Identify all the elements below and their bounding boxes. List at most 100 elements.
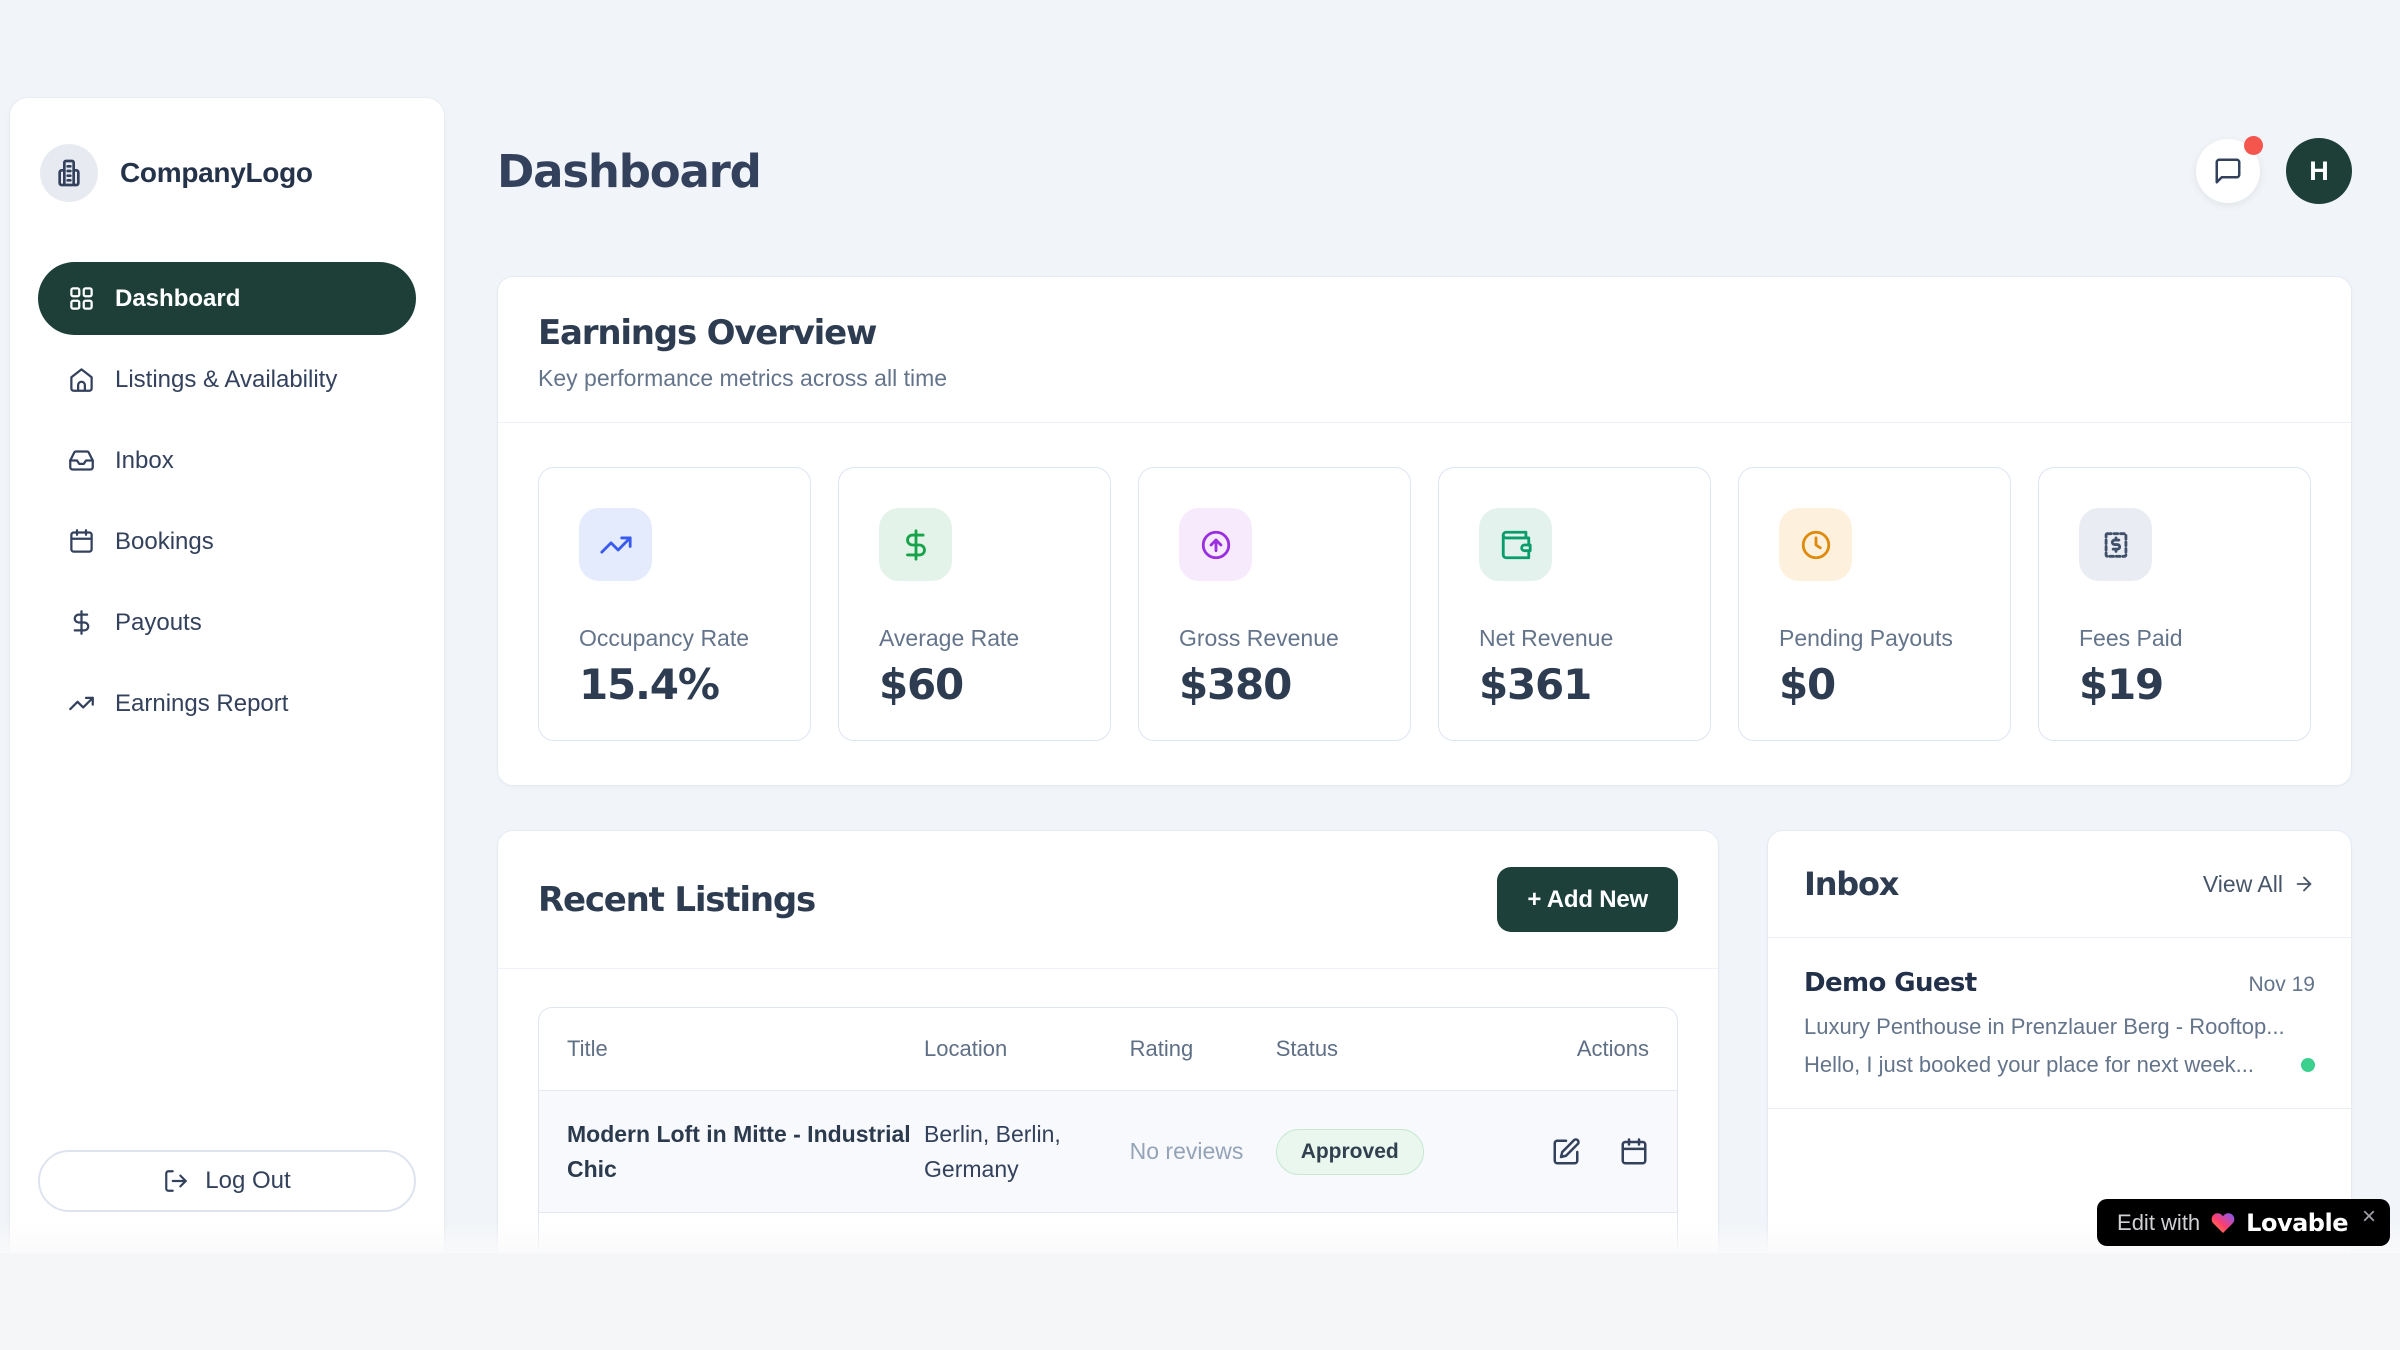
circle-arrow-up-icon [1199, 528, 1233, 562]
metric-fees-paid: Fees Paid $19 [2038, 467, 2311, 741]
sidebar-item-label: Dashboard [115, 285, 240, 313]
sidebar-item-inbox[interactable]: Inbox [38, 424, 416, 497]
metric-gross-revenue: Gross Revenue $380 [1138, 467, 1411, 741]
trending-up-icon [68, 690, 95, 717]
add-new-button[interactable]: + Add New [1497, 867, 1678, 932]
metric-icon-tile [1179, 508, 1252, 581]
calendar-icon [68, 528, 95, 555]
avatar[interactable]: H [2286, 138, 2352, 204]
listing-status-cell: Approved [1276, 1129, 1487, 1175]
message-sender: Demo Guest [1804, 968, 1977, 998]
sidebar-item-label: Payouts [115, 609, 202, 637]
column-header-rating: Rating [1130, 1036, 1276, 1062]
metric-net-revenue: Net Revenue $361 [1438, 467, 1711, 741]
trending-up-icon [599, 528, 633, 562]
earnings-overview-card: Earnings Overview Key performance metric… [497, 276, 2352, 786]
column-header-actions: Actions [1487, 1036, 1649, 1062]
listing-location: Berlin, Berlin, Germany [924, 1117, 1124, 1186]
inbox-icon [68, 447, 95, 474]
sidebar-item-listings[interactable]: Listings & Availability [38, 343, 416, 416]
lovable-prefix-label: Edit with [2117, 1210, 2200, 1236]
metric-value: $361 [1479, 660, 1674, 709]
metric-value: $380 [1179, 660, 1374, 709]
metric-value: $19 [2079, 660, 2274, 709]
home-icon [68, 366, 95, 393]
clock-icon [1799, 528, 1833, 562]
listing-rating: No reviews [1130, 1134, 1255, 1169]
message-preview-row: Hello, I just booked your place for next… [1804, 1052, 2315, 1078]
close-icon[interactable]: × [2362, 1203, 2376, 1231]
metric-label: Fees Paid [2079, 625, 2274, 652]
metric-label: Average Rate [879, 625, 1074, 652]
earnings-title: Earnings Overview [538, 313, 2311, 353]
logo: CompanyLogo [38, 144, 416, 202]
column-header-title: Title [567, 1036, 924, 1062]
metric-value: $60 [879, 660, 1074, 709]
metric-label: Gross Revenue [1179, 625, 1374, 652]
inbox-message[interactable]: Demo Guest Nov 19 Luxury Penthouse in Pr… [1768, 938, 2351, 1109]
header-actions: H [2196, 138, 2352, 204]
metric-label: Occupancy Rate [579, 625, 774, 652]
sidebar-item-payouts[interactable]: Payouts [38, 586, 416, 659]
message-preview: Hello, I just booked your place for next… [1804, 1052, 2254, 1078]
dollar-icon [68, 609, 95, 636]
metric-occupancy-rate: Occupancy Rate 15.4% [538, 467, 811, 741]
status-badge: Approved [1276, 1129, 1424, 1175]
table-row[interactable]: Modern Loft in Mitte - Industrial Chic B… [539, 1090, 1677, 1212]
recent-listings-header: Recent Listings + Add New [498, 831, 1718, 968]
company-logo-text: CompanyLogo [120, 157, 313, 189]
sidebar-nav: Dashboard Listings & Availability [38, 262, 416, 740]
metric-average-rate: Average Rate $60 [838, 467, 1111, 741]
edit-icon[interactable] [1551, 1137, 1581, 1167]
sidebar-item-label: Bookings [115, 528, 214, 556]
edit-with-lovable-badge[interactable]: Edit with Lovable × [2097, 1199, 2390, 1246]
metric-value: $0 [1779, 660, 1974, 709]
page-title: Dashboard [497, 145, 761, 198]
recent-listings-body: Title Location Rating Status Actions Mod… [498, 969, 1718, 1253]
metric-icon-tile [579, 508, 652, 581]
view-all-label: View All [2203, 871, 2283, 898]
sidebar-item-earnings-report[interactable]: Earnings Report [38, 667, 416, 740]
metric-pending-payouts: Pending Payouts $0 [1738, 467, 2011, 741]
sidebar-item-label: Inbox [115, 447, 174, 475]
listing-title: Modern Loft in Mitte - Industrial Chic [567, 1117, 917, 1186]
column-header-status: Status [1276, 1036, 1487, 1062]
lower-row: Recent Listings + Add New Title Location… [497, 830, 2352, 1253]
listings-table-header: Title Location Rating Status Actions [539, 1008, 1677, 1090]
grid-icon [68, 285, 95, 312]
message-top-row: Demo Guest Nov 19 [1804, 968, 2315, 998]
message-subject: Luxury Penthouse in Prenzlauer Berg - Ro… [1804, 1014, 2315, 1040]
inbox-card: Inbox View All Demo Guest Nov 1 [1767, 830, 2352, 1253]
unread-dot [2301, 1058, 2315, 1072]
chat-button[interactable] [2196, 139, 2260, 203]
sidebar-item-label: Listings & Availability [115, 366, 337, 394]
metric-icon-tile [2079, 508, 2152, 581]
metric-icon-tile [1779, 508, 1852, 581]
page-header: Dashboard H [497, 0, 2352, 204]
calendar-icon[interactable] [1619, 1137, 1649, 1167]
metric-icon-tile [1479, 508, 1552, 581]
recent-listings-card: Recent Listings + Add New Title Location… [497, 830, 1719, 1253]
receipt-icon [2099, 528, 2133, 562]
earnings-header: Earnings Overview Key performance metric… [498, 277, 2351, 422]
logout-icon [163, 1168, 189, 1194]
logout-button[interactable]: Log Out [38, 1150, 416, 1212]
message-date: Nov 19 [2248, 973, 2315, 997]
avatar-initial: H [2309, 156, 2329, 187]
sidebar-item-bookings[interactable]: Bookings [38, 505, 416, 578]
listing-actions [1487, 1137, 1649, 1167]
listings-table: Title Location Rating Status Actions Mod… [538, 1007, 1678, 1253]
sidebar-item-label: Earnings Report [115, 690, 288, 718]
metric-icon-tile [879, 508, 952, 581]
chat-bubble-icon [2213, 156, 2243, 186]
metric-value: 15.4% [579, 660, 774, 709]
view-all-link[interactable]: View All [2203, 871, 2315, 898]
lovable-heart-icon [2210, 1210, 2236, 1236]
app-window: CompanyLogo Dashboard [0, 0, 2400, 1253]
sidebar-item-dashboard[interactable]: Dashboard [38, 262, 416, 335]
sidebar: CompanyLogo Dashboard [10, 98, 444, 1253]
metric-label: Pending Payouts [1779, 625, 1974, 652]
table-row[interactable] [539, 1212, 1677, 1253]
wallet-icon [1499, 528, 1533, 562]
logout-label: Log Out [205, 1167, 290, 1195]
